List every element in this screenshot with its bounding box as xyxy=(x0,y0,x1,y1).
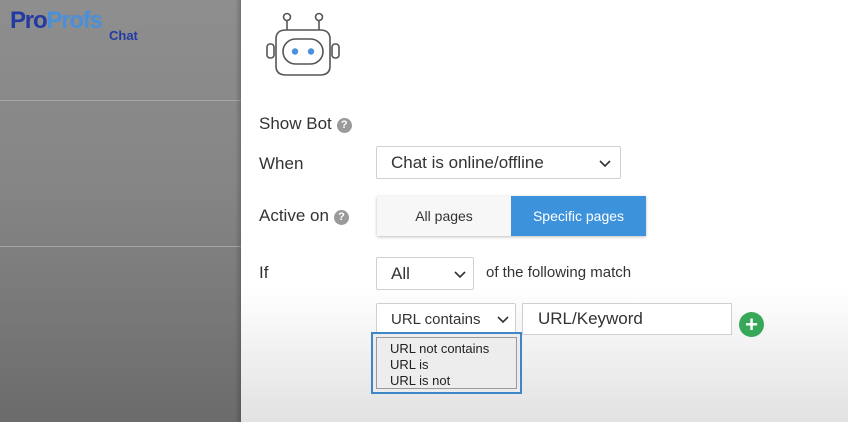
match-select[interactable]: All xyxy=(376,257,474,290)
proprofs-chat-logo[interactable]: ProProfs Chat xyxy=(10,7,145,47)
if-label: If xyxy=(259,263,269,282)
active-on-row: Active on? xyxy=(259,206,349,226)
sidebar: ProProfs Chat xyxy=(0,0,241,422)
active-on-label: Active on xyxy=(259,206,329,225)
option-url-not-contains[interactable]: URL not contains xyxy=(390,341,516,357)
when-label: When xyxy=(259,154,304,173)
option-url-is[interactable]: URL is xyxy=(390,357,516,373)
condition-select-value: URL contains xyxy=(391,310,481,328)
show-bot-label: Show Bot xyxy=(259,114,332,133)
robot-icon xyxy=(266,12,340,76)
logo-subtitle: Chat xyxy=(109,28,138,43)
question-circle-icon[interactable]: ? xyxy=(336,118,352,133)
when-select[interactable]: Chat is online/offline xyxy=(376,146,621,179)
all-pages-button[interactable]: All pages xyxy=(377,196,511,236)
logo-wordmark: ProProfs xyxy=(10,7,103,34)
when-select-value: Chat is online/offline xyxy=(391,152,544,172)
keyword-input[interactable]: URL/Keyword xyxy=(522,303,732,335)
option-url-is-not[interactable]: URL is not xyxy=(390,373,516,389)
match-select-value: All xyxy=(391,263,410,283)
sidebar-divider xyxy=(0,100,241,101)
chevron-down-icon xyxy=(497,316,509,324)
condition-dropdown-options: URL not contains URL is URL is not xyxy=(376,337,517,389)
question-circle-icon[interactable]: ? xyxy=(333,210,349,225)
show-bot-row: Show Bot? xyxy=(259,114,352,134)
condition-select[interactable]: URL contains xyxy=(376,303,516,335)
sidebar-divider xyxy=(0,246,241,247)
match-suffix-text: of the following match xyxy=(486,264,632,281)
chevron-down-icon xyxy=(599,159,611,167)
plus-circle-icon[interactable]: + xyxy=(739,312,764,337)
specific-pages-button[interactable]: Specific pages xyxy=(511,196,646,236)
condition-dropdown-list: URL not contains URL is URL is not xyxy=(371,332,522,394)
active-on-toggle: All pages Specific pages xyxy=(377,196,646,236)
chevron-down-icon xyxy=(454,270,466,278)
